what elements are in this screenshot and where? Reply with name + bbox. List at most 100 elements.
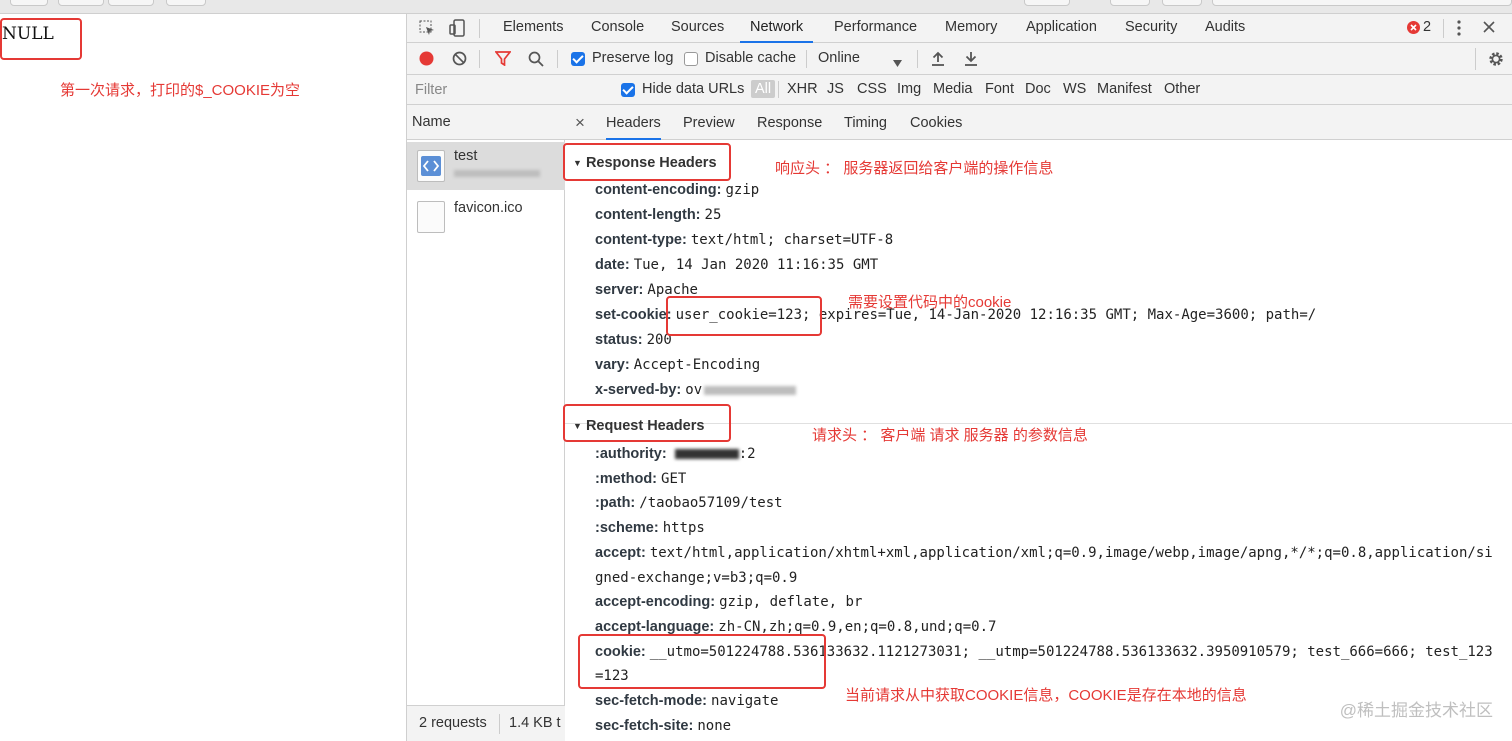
header-value: 25 — [704, 207, 722, 223]
preserve-log-checkbox[interactable] — [571, 52, 585, 66]
type-filter-js[interactable]: JS — [827, 81, 844, 97]
tab-sources[interactable]: Sources — [671, 14, 724, 43]
redacted-value — [704, 385, 797, 395]
type-filter-media[interactable]: Media — [933, 81, 973, 97]
filter-input[interactable]: Filter — [415, 82, 605, 98]
header-value: Tue, 14 Jan 2020 11:16:35 GMT — [633, 257, 879, 273]
device-toolbar-icon[interactable] — [449, 19, 465, 39]
close-devtools-icon[interactable] — [1483, 21, 1495, 35]
type-filter-other[interactable]: Other — [1164, 81, 1200, 97]
hide-data-urls-checkbox[interactable] — [621, 83, 635, 97]
header-row: :method: GET — [595, 471, 686, 487]
more-menu-icon[interactable] — [1457, 20, 1461, 38]
request-count: 2 requests — [419, 715, 487, 731]
type-filter-xhr[interactable]: XHR — [787, 81, 818, 97]
response-headers-annotation: 响应头 ： 服务器返回给客户端的操作信息 — [775, 160, 1054, 177]
export-har-icon[interactable] — [964, 51, 978, 69]
header-row: x-served-by: ov — [595, 382, 797, 398]
tab-memory[interactable]: Memory — [945, 14, 997, 43]
header-key: :method: — [595, 470, 658, 487]
header-key: :scheme: — [595, 520, 659, 537]
tab-application[interactable]: Application — [1026, 14, 1097, 43]
tab-cookies[interactable]: Cookies — [910, 105, 962, 140]
tab-console[interactable]: Console — [591, 14, 644, 43]
type-filter-font[interactable]: Font — [985, 81, 1014, 97]
header-key: sec-fetch-mode: — [595, 693, 707, 709]
header-row: sec-fetch-site: none — [595, 718, 731, 734]
header-key: status: — [595, 332, 643, 348]
tab-timing[interactable]: Timing — [844, 105, 887, 140]
response-headers-highlight-box — [563, 143, 731, 181]
browser-button[interactable] — [58, 0, 104, 6]
header-row: status: 200 — [595, 332, 672, 348]
header-key: content-encoding: — [595, 182, 722, 198]
request-row-favicon[interactable]: favicon.ico — [407, 193, 565, 241]
request-list: Name test favicon.ico 2 requests 1.4 KB … — [407, 105, 565, 741]
browser-button[interactable] — [10, 0, 48, 6]
details-tabs: × Headers Preview Response Timing Cookie… — [565, 105, 1512, 140]
throttling-select[interactable]: Online — [818, 50, 860, 66]
tab-audits[interactable]: Audits — [1205, 14, 1245, 43]
type-filter-ws[interactable]: WS — [1063, 81, 1086, 97]
name-column-header[interactable]: Name — [412, 114, 451, 130]
inspect-element-icon[interactable] — [419, 20, 435, 38]
type-filter-css[interactable]: CSS — [857, 81, 887, 97]
tab-performance[interactable]: Performance — [834, 14, 917, 43]
header-value: /taobao57109/test — [639, 495, 783, 512]
address-bar[interactable] — [1212, 0, 1512, 6]
header-row: gned-exchange;v=b3;q=0.9 — [595, 570, 797, 586]
document-file-icon — [417, 150, 445, 182]
header-key: server: — [595, 282, 644, 298]
search-icon[interactable] — [528, 51, 544, 69]
request-name: test — [454, 148, 478, 164]
header-key: x-served-by: — [595, 382, 682, 398]
error-icon[interactable] — [1407, 21, 1420, 36]
filter-icon[interactable] — [494, 51, 512, 68]
settings-gear-icon[interactable] — [1487, 50, 1505, 70]
type-filter-img[interactable]: Img — [897, 81, 921, 97]
disable-cache-checkbox[interactable] — [684, 52, 698, 66]
clear-icon[interactable] — [452, 51, 467, 68]
tab-preview[interactable]: Preview — [683, 105, 735, 140]
list-footer: 2 requests 1.4 KB t — [407, 705, 565, 741]
header-row: accept-language: zh-CN,zh;q=0.9,en;q=0.8… — [595, 619, 996, 635]
disable-cache-label: Disable cache — [705, 50, 797, 66]
devtools-tabbar: Elements Console Sources Network Perform… — [407, 14, 1512, 43]
tab-elements[interactable]: Elements — [503, 14, 563, 43]
header-key: :authority: — [595, 446, 667, 462]
header-value: gzip, deflate, br — [719, 594, 863, 611]
close-details-icon[interactable]: × — [575, 113, 585, 133]
chevron-down-icon[interactable] — [893, 55, 902, 69]
request-row-test[interactable]: test — [407, 142, 565, 190]
header-key: vary: — [595, 357, 630, 373]
header-value: gzip — [725, 182, 760, 198]
type-filter-all[interactable]: All — [751, 80, 776, 98]
type-filter-manifest[interactable]: Manifest — [1097, 81, 1152, 97]
type-filter-doc[interactable]: Doc — [1025, 81, 1051, 97]
header-row: accept: text/html,application/xhtml+xml,… — [595, 545, 1493, 561]
import-har-icon[interactable] — [931, 51, 945, 69]
tab-headers[interactable]: Headers — [606, 105, 661, 140]
browser-button[interactable] — [108, 0, 154, 6]
browser-button[interactable] — [1024, 0, 1070, 6]
transfer-size: 1.4 KB t — [509, 715, 561, 731]
browser-button[interactable] — [1162, 0, 1202, 6]
tab-security[interactable]: Security — [1125, 14, 1177, 43]
header-key: content-type: — [595, 232, 687, 248]
file-icon — [417, 201, 445, 233]
record-icon[interactable] — [419, 51, 434, 68]
browser-button[interactable] — [1110, 0, 1150, 6]
header-value: text/html; charset=UTF-8 — [690, 232, 894, 248]
browser-button[interactable] — [166, 0, 206, 6]
toolbar-separator — [917, 50, 918, 68]
header-value: Accept-Encoding — [633, 357, 761, 373]
page-content: NULL 第一次请求，打印的$_COOKIE为空 — [0, 14, 406, 741]
redacted-value — [674, 449, 739, 460]
list-header: Name — [407, 105, 565, 140]
header-value: text/html,application/xhtml+xml,applicat… — [649, 544, 1493, 561]
tab-response[interactable]: Response — [757, 105, 822, 140]
null-highlight-box — [0, 18, 82, 60]
watermark: @稀土掘金技术社区 — [1339, 701, 1493, 720]
set-cookie-annotation: 需要设置代码中的cookie — [848, 294, 1012, 311]
tab-network[interactable]: Network — [740, 14, 814, 43]
